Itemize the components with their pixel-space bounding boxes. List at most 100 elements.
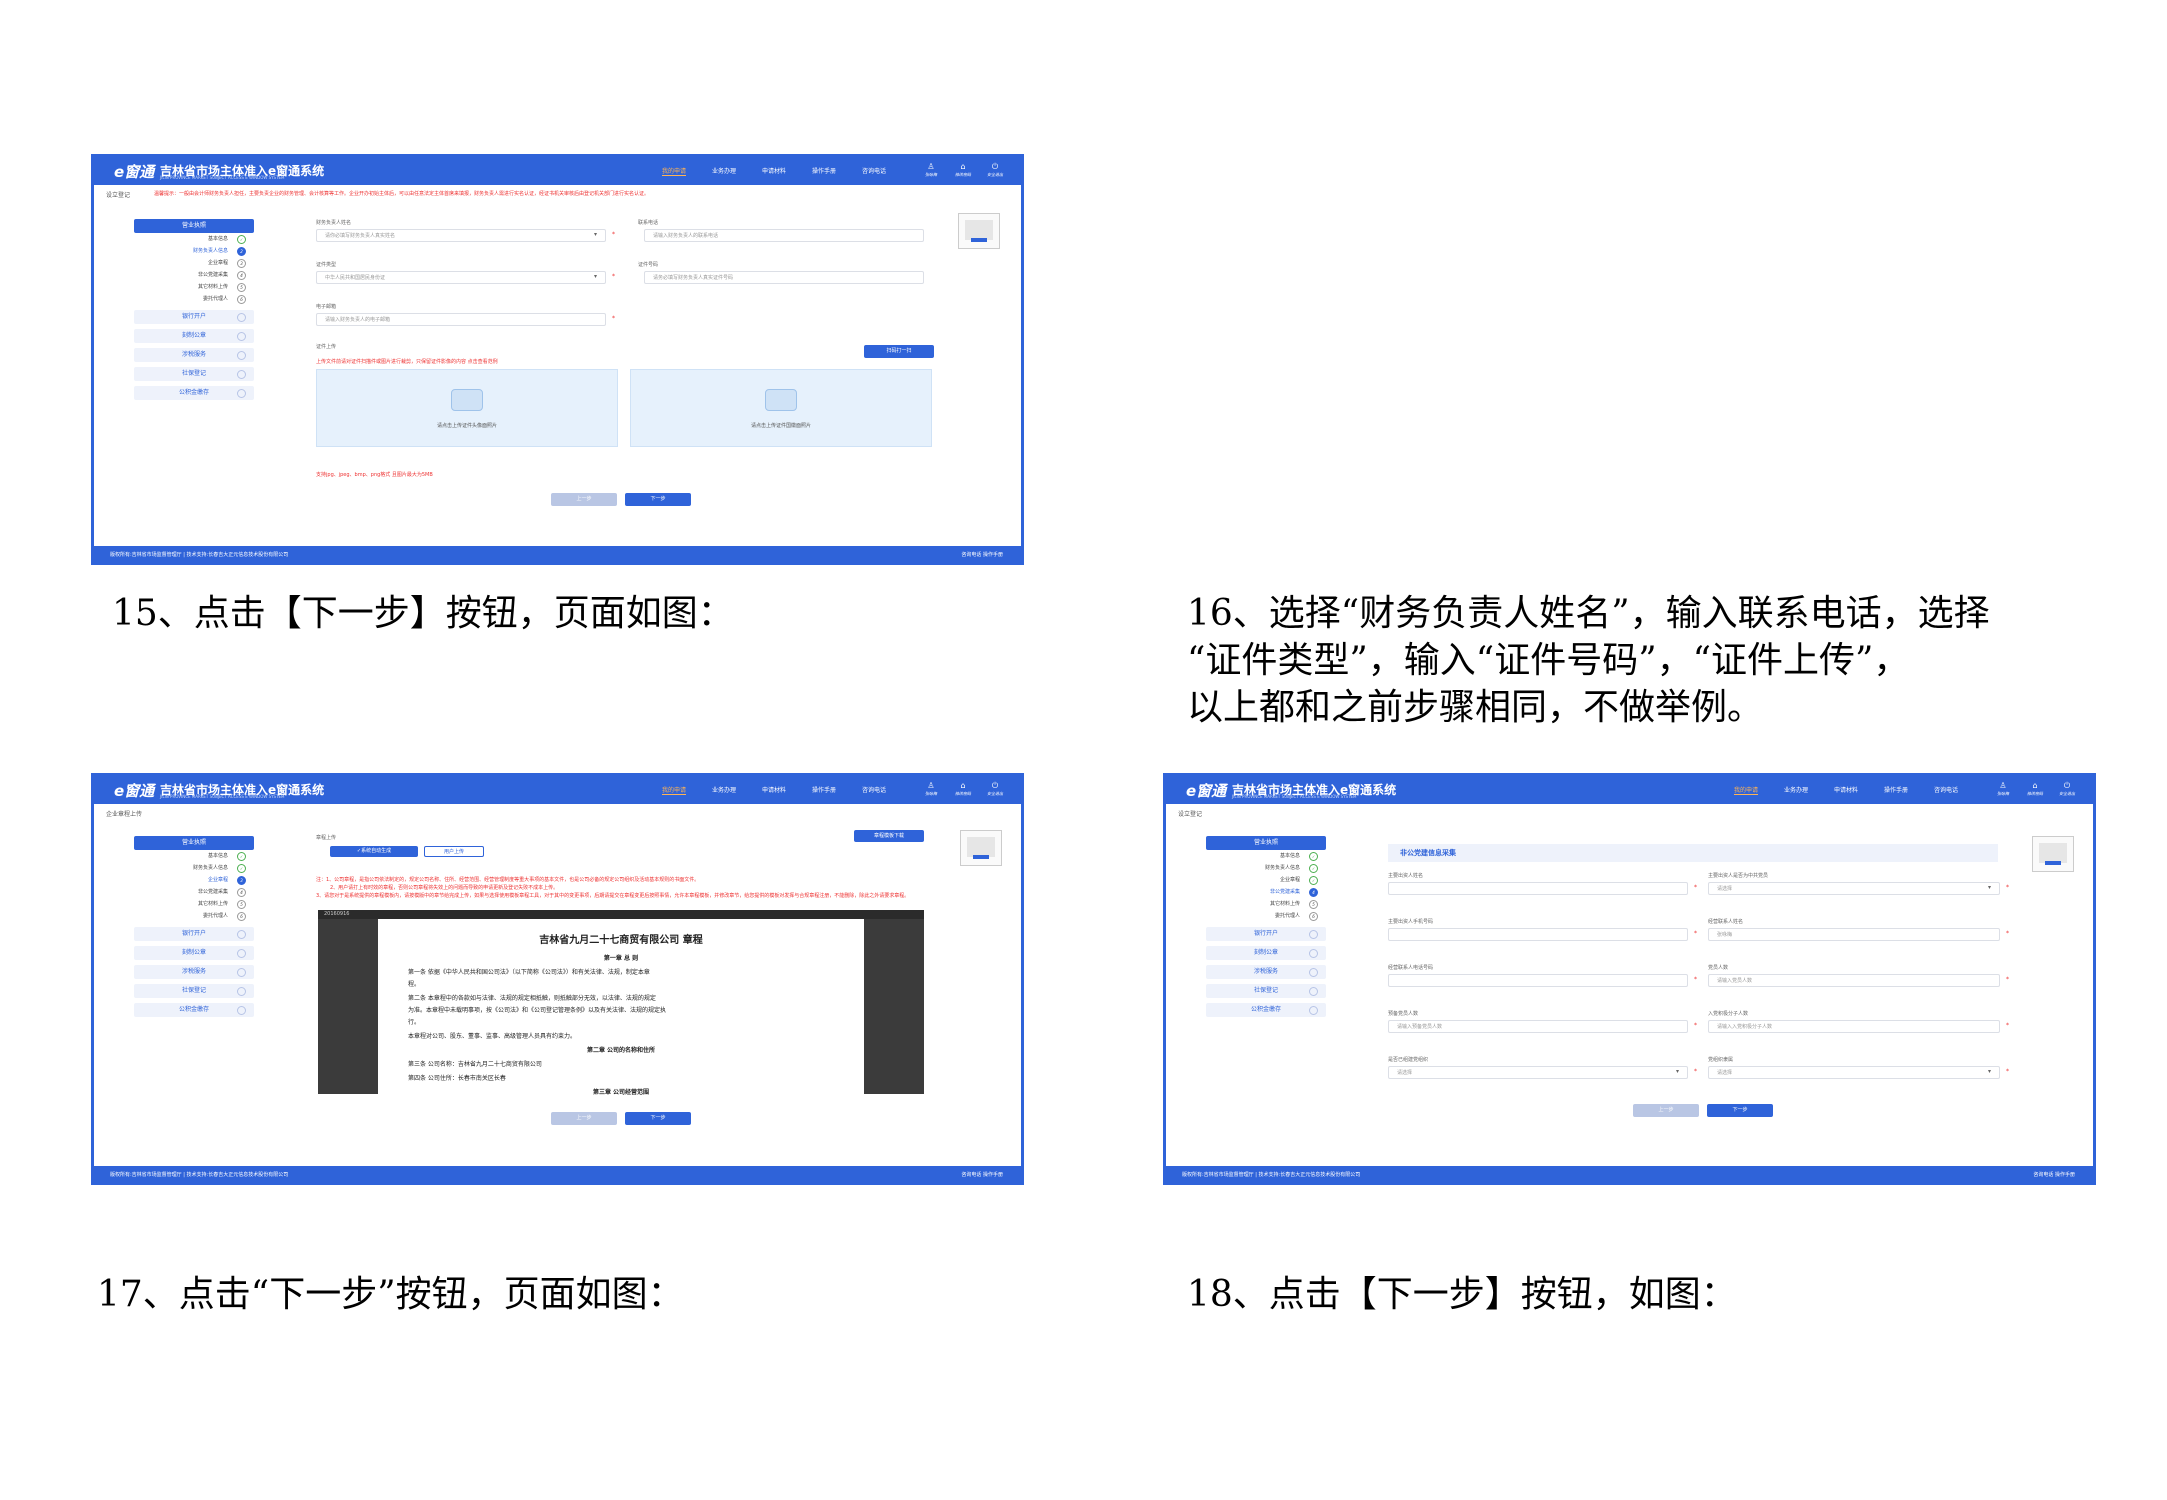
members-count-input[interactable]: 请输入党员人数 bbox=[1708, 974, 2000, 987]
idno-input[interactable]: 请务必填写财务负责人真实证件号码 bbox=[644, 271, 924, 284]
logout[interactable]: ⏻ 安全退出 bbox=[2053, 781, 2081, 797]
change-password[interactable]: ⌂ 修改密码 bbox=[949, 781, 977, 797]
sidebar-head-license[interactable]: 营业执照 bbox=[1206, 836, 1326, 850]
sidebar-group-bank[interactable]: 银行开户 bbox=[134, 927, 254, 941]
field-label: 预备党员人数 bbox=[1388, 1011, 1419, 1017]
party-affiliation-select[interactable]: 请选择 bbox=[1708, 1066, 2000, 1079]
step-sidebar: 营业执照 基本信息 ✓ 财务负责人信息 2 企业章程 3 非公党建采集 4 其它材料上传… bbox=[134, 219, 254, 400]
nav-hotline[interactable]: 咨询电话 bbox=[1934, 785, 1958, 794]
sidebar-step[interactable]: 委托代理人 6 bbox=[1206, 910, 1326, 922]
nav-manual[interactable]: 操作手册 bbox=[812, 166, 836, 175]
investor-name-input[interactable] bbox=[1388, 882, 1688, 895]
user-menu[interactable]: ♙ 张咏梅 bbox=[917, 162, 945, 178]
sample-thumbnail[interactable] bbox=[960, 830, 1002, 866]
front-photo-upload[interactable]: 请点击上传证件头像面照片 bbox=[316, 369, 618, 447]
notice-line: 注：1、公司章程，是指公司依法制定的，规定公司名称、住所、经营范围、经营管理制度… bbox=[316, 877, 700, 883]
required-mark: * bbox=[2006, 1022, 2009, 1029]
tab-auto-generate[interactable]: ✓系统自动生成 bbox=[330, 846, 418, 857]
contact-name-input[interactable]: 张咏梅 bbox=[1708, 928, 2000, 941]
nav-manual[interactable]: 操作手册 bbox=[1884, 785, 1908, 794]
nav-hotline[interactable]: 咨询电话 bbox=[862, 785, 886, 794]
investor-party-select[interactable]: 请选择 bbox=[1708, 882, 2000, 895]
sample-thumbnail[interactable] bbox=[2032, 836, 2074, 872]
sidebar-step-active[interactable]: 非公党建采集 4 bbox=[1206, 886, 1326, 898]
finance-name-select[interactable]: 请你必填写财务负责人真实姓名 bbox=[316, 229, 606, 242]
party-org-select[interactable]: 请选择 bbox=[1388, 1066, 1688, 1079]
next-button[interactable]: 下一步 bbox=[625, 1112, 691, 1125]
user-menu[interactable]: ♙ 张咏梅 bbox=[917, 781, 945, 797]
sample-thumbnail[interactable] bbox=[958, 213, 1000, 249]
nav-materials[interactable]: 申请材料 bbox=[762, 785, 786, 794]
sidebar-group-seal[interactable]: 刻制公章 bbox=[134, 946, 254, 960]
user-menu[interactable]: ♙ 张咏梅 bbox=[1989, 781, 2017, 797]
nav-business[interactable]: 业务办理 bbox=[1784, 785, 1808, 794]
sidebar-group-seal[interactable]: 刻制公章 bbox=[134, 329, 254, 343]
logout[interactable]: ⏻ 安全退出 bbox=[981, 781, 1009, 797]
sidebar-step-active[interactable]: 财务负责人信息 2 bbox=[134, 245, 254, 257]
sidebar-group-social[interactable]: 社保登记 bbox=[1206, 984, 1326, 998]
nav-my-applications[interactable]: 我的申请 bbox=[662, 785, 687, 795]
prev-button[interactable]: 上一步 bbox=[1633, 1104, 1699, 1117]
sidebar-step[interactable]: 财务负责人信息 ✓ bbox=[134, 862, 254, 874]
sidebar-group-social[interactable]: 社保登记 bbox=[134, 984, 254, 998]
sidebar-group-social[interactable]: 社保登记 bbox=[134, 367, 254, 381]
idtype-select[interactable]: 中华人民共和国居民身份证 bbox=[316, 271, 606, 284]
sidebar-step[interactable]: 其它材料上传 5 bbox=[134, 281, 254, 293]
activists-count-input[interactable]: 请输入入党积极分子人数 bbox=[1708, 1020, 2000, 1033]
nav-manual[interactable]: 操作手册 bbox=[812, 785, 836, 794]
nav-materials[interactable]: 申请材料 bbox=[1834, 785, 1858, 794]
next-button[interactable]: 下一步 bbox=[1707, 1104, 1773, 1117]
sidebar-step[interactable]: 其它材料上传 5 bbox=[1206, 898, 1326, 910]
logout[interactable]: ⏻ 安全退出 bbox=[981, 162, 1009, 178]
pdf-toolbar[interactable]: 20160916 bbox=[318, 910, 924, 919]
sidebar-group-fund[interactable]: 公积金缴存 bbox=[134, 1003, 254, 1017]
sidebar-group-fund[interactable]: 公积金缴存 bbox=[1206, 1003, 1326, 1017]
required-mark: * bbox=[2006, 1068, 2009, 1075]
contact-phone-input[interactable] bbox=[1388, 974, 1688, 987]
sidebar-step[interactable]: 非公党建采集 4 bbox=[134, 269, 254, 281]
nav-my-applications[interactable]: 我的申请 bbox=[1734, 785, 1759, 795]
sidebar-step[interactable]: 企业章程 3 bbox=[134, 257, 254, 269]
sidebar-group-tax[interactable]: 涉税服务 bbox=[134, 348, 254, 362]
investor-phone-input[interactable] bbox=[1388, 928, 1688, 941]
sidebar-head-license[interactable]: 营业执照 bbox=[134, 219, 254, 233]
sidebar-step[interactable]: 基本信息 ✓ bbox=[134, 850, 254, 862]
nav-business[interactable]: 业务办理 bbox=[712, 166, 736, 175]
download-template-button[interactable]: 章程模板下载 bbox=[854, 830, 924, 842]
sidebar-group-fund[interactable]: 公积金缴存 bbox=[134, 386, 254, 400]
app-logo: e窗通 bbox=[114, 163, 155, 181]
sidebar-step[interactable]: 委托代理人 6 bbox=[134, 910, 254, 922]
nav-materials[interactable]: 申请材料 bbox=[762, 166, 786, 175]
sidebar-group-tax[interactable]: 涉税服务 bbox=[134, 965, 254, 979]
probationary-count-input[interactable]: 请输入预备党员人数 bbox=[1388, 1020, 1688, 1033]
phone-input[interactable]: 请输入财务负责人的联系电话 bbox=[644, 229, 924, 242]
articles-preview[interactable]: 20160916 吉林省九月二十七商贸有限公司 章程 第一章 总 则 第一条 依… bbox=[318, 910, 924, 1096]
sidebar-head-license[interactable]: 营业执照 bbox=[134, 836, 254, 850]
nav-hotline[interactable]: 咨询电话 bbox=[862, 166, 886, 175]
prev-button[interactable]: 上一步 bbox=[551, 1112, 617, 1125]
sidebar-step[interactable]: 非公党建采集 4 bbox=[134, 886, 254, 898]
scan-button[interactable]: 扫码打一扫 bbox=[864, 345, 934, 358]
sidebar-group-tax[interactable]: 涉税服务 bbox=[1206, 965, 1326, 979]
sidebar-step[interactable]: 基本信息 ✓ bbox=[134, 233, 254, 245]
email-input[interactable]: 请输入财务负责人的电子邮箱 bbox=[316, 313, 606, 326]
change-password[interactable]: ⌂ 修改密码 bbox=[2021, 781, 2049, 797]
sidebar-step[interactable]: 其它材料上传 5 bbox=[134, 898, 254, 910]
nav-my-applications[interactable]: 我的申请 bbox=[662, 166, 687, 176]
change-password[interactable]: ⌂ 修改密码 bbox=[949, 162, 977, 178]
prev-button[interactable]: 上一步 bbox=[551, 493, 617, 506]
next-button[interactable]: 下一步 bbox=[625, 493, 691, 506]
sidebar-step[interactable]: 基本信息 ✓ bbox=[1206, 850, 1326, 862]
sidebar-group-bank[interactable]: 银行开户 bbox=[1206, 927, 1326, 941]
nav-business[interactable]: 业务办理 bbox=[712, 785, 736, 794]
sidebar-step[interactable]: 企业章程 ✓ bbox=[1206, 874, 1326, 886]
back-photo-upload[interactable]: 请点击上传证件国徽面照片 bbox=[630, 369, 932, 447]
sidebar-step[interactable]: 委托代理人 6 bbox=[134, 293, 254, 305]
sidebar-group-seal[interactable]: 刻制公章 bbox=[1206, 946, 1326, 960]
sidebar-step-active[interactable]: 企业章程 3 bbox=[134, 874, 254, 886]
breadcrumb: 企业章程上传 bbox=[106, 811, 143, 818]
sidebar-step[interactable]: 财务负责人信息 ✓ bbox=[1206, 862, 1326, 874]
required-mark: * bbox=[1694, 1022, 1697, 1029]
sidebar-group-bank[interactable]: 银行开户 bbox=[134, 310, 254, 324]
tab-user-upload[interactable]: 用户上传 bbox=[424, 846, 484, 857]
